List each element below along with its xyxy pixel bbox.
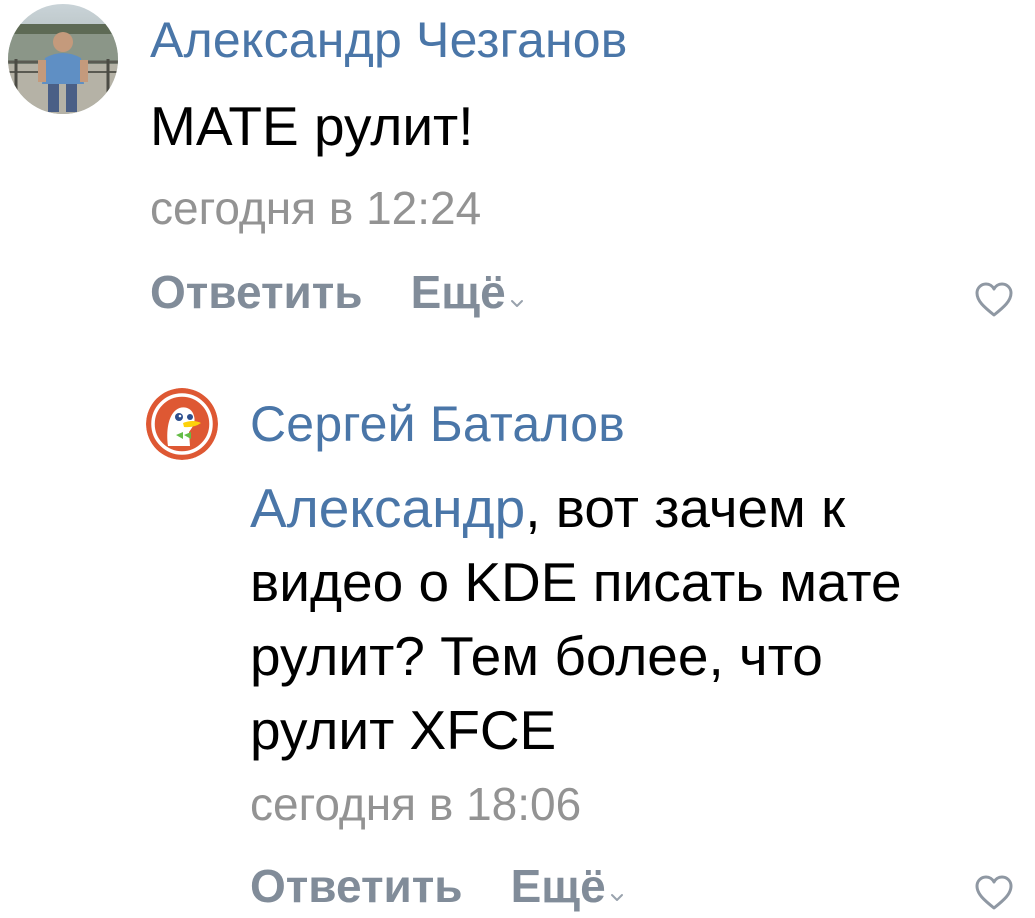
comment-text: Александр, вот зачем к видео о KDE писат… (250, 471, 1010, 767)
comment-timestamp: сегодня в 18:06 (250, 778, 582, 830)
chevron-down-icon (610, 894, 623, 901)
more-button[interactable]: Ещё (511, 858, 624, 914)
user-photo (8, 4, 118, 114)
duckduckgo-logo (146, 388, 218, 460)
comment-author[interactable]: Сергей Баталов (250, 394, 625, 454)
reply-button[interactable]: Ответить (150, 264, 363, 320)
more-label: Ещё (410, 266, 506, 318)
chevron-down-icon (510, 300, 523, 307)
comment: Александр Чезганов MATE рулит! сегодня в… (0, 0, 1035, 340)
comment-actions: Ответить Ещё (250, 858, 624, 914)
more-label: Ещё (510, 860, 606, 912)
reply-mention-link[interactable]: Александр (250, 477, 525, 539)
comment-text: MATE рулит! (150, 95, 474, 157)
comment-actions: Ответить Ещё (150, 264, 524, 320)
like-heart-icon[interactable] (974, 874, 1014, 912)
reply-button[interactable]: Ответить (250, 858, 463, 914)
more-button[interactable]: Ещё (411, 264, 524, 320)
avatar[interactable] (146, 388, 218, 460)
avatar[interactable] (8, 4, 118, 114)
comment-reply: Сергей Баталов Александр, вот зачем к ви… (0, 340, 1035, 918)
comment-timestamp: сегодня в 12:24 (150, 182, 482, 234)
like-heart-icon[interactable] (974, 281, 1014, 319)
comment-author[interactable]: Александр Чезганов (150, 10, 628, 70)
